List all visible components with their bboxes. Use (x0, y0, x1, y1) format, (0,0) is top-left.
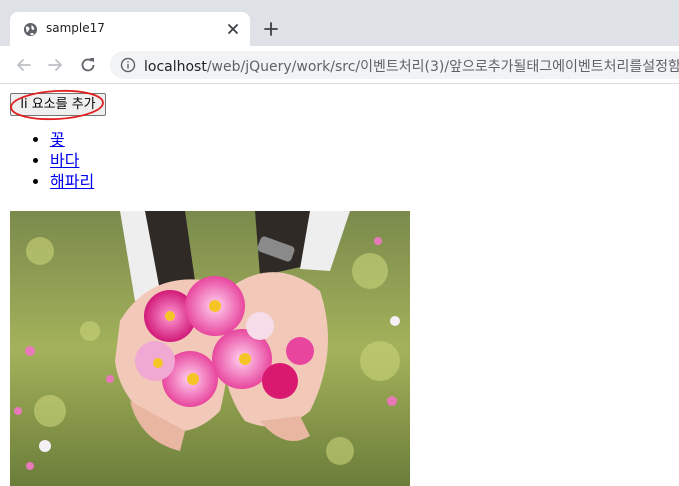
close-icon[interactable] (226, 22, 240, 36)
flowers-in-hands-image (10, 211, 410, 486)
list-item: 꽃 (50, 129, 94, 150)
item-list: 꽃 바다 해파리 (10, 129, 94, 192)
list-item-link[interactable]: 꽃 (50, 130, 65, 149)
address-bar[interactable]: localhost/web/jQuery/work/src/이벤트처리(3)/앞… (110, 51, 679, 79)
reload-icon[interactable] (78, 55, 98, 75)
page-content: li 요소를 추가 꽃 바다 해파리 (0, 85, 679, 486)
url-text: localhost/web/jQuery/work/src/이벤트처리(3)/앞… (144, 56, 679, 76)
new-tab-icon[interactable] (262, 20, 280, 38)
list-item-link[interactable]: 바다 (50, 151, 79, 170)
browser-toolbar: localhost/web/jQuery/work/src/이벤트처리(3)/앞… (0, 46, 679, 84)
url-path: /web/jQuery/work/src/이벤트처리(3)/앞으로추가될태그에이… (206, 59, 679, 75)
list-item: 바다 (50, 150, 94, 171)
back-arrow-icon[interactable] (14, 55, 34, 75)
forward-arrow-icon[interactable] (45, 55, 65, 75)
add-li-button[interactable]: li 요소를 추가 (10, 93, 106, 116)
browser-tab[interactable]: sample17 (10, 12, 250, 46)
url-host: localhost (144, 59, 207, 75)
tab-title: sample17 (46, 21, 105, 35)
globe-icon (23, 22, 38, 37)
list-item: 해파리 (50, 171, 94, 192)
browser-tab-strip: sample17 (0, 0, 679, 46)
list-item-link[interactable]: 해파리 (50, 172, 94, 191)
info-icon[interactable] (120, 57, 136, 73)
